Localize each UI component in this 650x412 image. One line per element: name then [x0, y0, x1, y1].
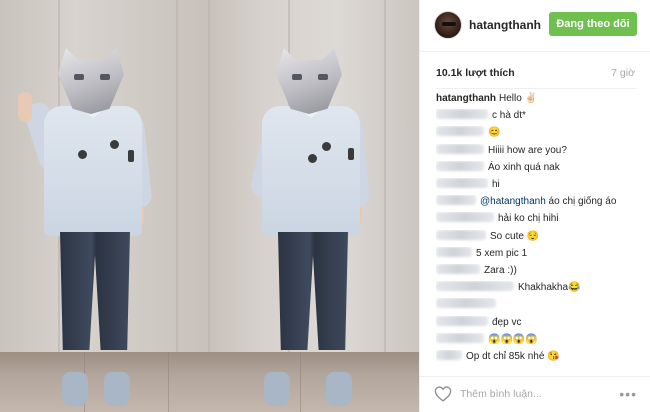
- like-count[interactable]: 10.1k lượt thích: [436, 67, 515, 79]
- blurred-username: [436, 178, 488, 188]
- post-side-panel: hatangthanh Đang theo dõi 10.1k lượt thí…: [419, 0, 650, 412]
- post-footer: •••: [420, 376, 650, 412]
- comment-item: c hà dt*: [436, 109, 641, 122]
- blurred-username: [436, 143, 484, 154]
- author-avatar[interactable]: [434, 11, 462, 39]
- comment-text: Khakhakha😂: [518, 282, 581, 294]
- comment-text: c hà dt*: [492, 110, 526, 122]
- comment-text: So cute 😌: [490, 230, 540, 242]
- comment-item: hải ko chị hihi: [436, 212, 641, 225]
- post-photo[interactable]: [0, 0, 419, 412]
- blurred-username: [436, 212, 494, 223]
- heart-icon[interactable]: [434, 386, 452, 402]
- blurred-username: [436, 264, 480, 274]
- comment-mention[interactable]: @hatangthanh: [480, 196, 546, 207]
- jeans: [60, 232, 130, 350]
- shirt-patch: [348, 148, 354, 160]
- comment-text: 😱😱😱😱: [488, 333, 538, 345]
- mask-eye: [292, 74, 302, 80]
- shirt-badge: [308, 154, 317, 163]
- mask-eye: [100, 74, 110, 80]
- comment-text: Áo xinh quá nak: [488, 161, 560, 173]
- blurred-username: [436, 126, 484, 137]
- shoe: [62, 372, 88, 406]
- comment-item: Hiiii how are you?: [436, 143, 641, 157]
- comment-item: 😊: [436, 126, 641, 139]
- shoe: [104, 372, 130, 406]
- wall-panel-seam: [176, 0, 178, 412]
- blurred-username: [436, 315, 488, 326]
- post-header: hatangthanh Đang theo dõi: [420, 0, 650, 52]
- jeans: [278, 232, 348, 350]
- shoe: [264, 372, 290, 406]
- divider: [436, 88, 636, 89]
- comment-item: đẹp vc: [436, 315, 641, 329]
- post-stats: 10.1k lượt thích 7 giờ: [420, 52, 650, 88]
- animal-mask: [58, 48, 124, 114]
- shirt-patch: [128, 150, 134, 162]
- shirt-badge: [322, 142, 331, 151]
- comment-text: hi: [492, 179, 500, 190]
- comment-item: Áo xinh quá nak: [436, 160, 641, 174]
- comment-text: Hiiii how are you?: [488, 144, 567, 156]
- blurred-username: [436, 160, 484, 171]
- blurred-username: [436, 332, 484, 343]
- floor-tile-line: [168, 352, 169, 412]
- blurred-username: [436, 350, 462, 360]
- author-username[interactable]: hatangthanh: [469, 18, 541, 32]
- comment-text: 😊: [488, 127, 501, 139]
- shirt-badge: [78, 150, 87, 159]
- comment-item: @hatangthanh áo chị giống áo: [436, 195, 641, 208]
- comment-item: Khakhakha😂: [436, 281, 641, 294]
- comment-text: 5 xem pic 1: [476, 247, 528, 259]
- comment-item: Zara :)): [436, 264, 641, 277]
- comment-item: hi: [436, 178, 641, 191]
- shirt: [44, 106, 142, 236]
- photo-collage-divider: [208, 0, 210, 412]
- blurred-username: [436, 298, 496, 309]
- comment-item: 😱😱😱😱: [436, 332, 641, 346]
- comment-username[interactable]: hatangthanh: [436, 92, 496, 105]
- wall-panel-seam: [384, 0, 386, 412]
- animal-mask: [276, 48, 342, 114]
- comment-text: Zara :)): [484, 265, 517, 276]
- blurred-username: [436, 281, 514, 292]
- more-options-icon[interactable]: •••: [619, 387, 637, 401]
- person-figure-right: [236, 0, 371, 412]
- post-timestamp[interactable]: 7 giờ: [611, 67, 635, 79]
- shirt-badge: [110, 140, 119, 149]
- blurred-username: [436, 229, 486, 240]
- person-figure-left: [18, 0, 153, 412]
- mask-eye: [74, 74, 84, 80]
- comment-text: áo chị giống áo: [548, 196, 617, 208]
- add-comment-input[interactable]: [460, 385, 610, 403]
- shirt: [262, 106, 360, 236]
- comment-text: hải ko chị hihi: [498, 213, 559, 225]
- comment-item: So cute 😌: [436, 229, 641, 243]
- blurred-username: [436, 195, 476, 206]
- comment-list: hatangthanh Hello ✌🏻 c hà dt* 😊 Hiiii how ar…: [420, 92, 650, 372]
- peace-sign-hand: [18, 92, 32, 122]
- comment-text: Op dt chỉ 85k nhé 😘: [466, 351, 560, 362]
- blurred-username: [436, 246, 472, 257]
- shoe: [326, 372, 352, 406]
- comment-text: Hello ✌🏻: [499, 93, 538, 104]
- comment-text: đẹp vc: [492, 316, 522, 328]
- mask-eye: [318, 74, 328, 80]
- blurred-username: [436, 109, 488, 120]
- following-button[interactable]: Đang theo dõi: [549, 12, 637, 36]
- comment-item: hatangthanh Hello ✌🏻: [436, 92, 641, 105]
- comment-item: 5 xem pic 1: [436, 246, 641, 260]
- comment-item: [436, 298, 641, 311]
- comment-item: Op dt chỉ 85k nhé 😘: [436, 350, 641, 363]
